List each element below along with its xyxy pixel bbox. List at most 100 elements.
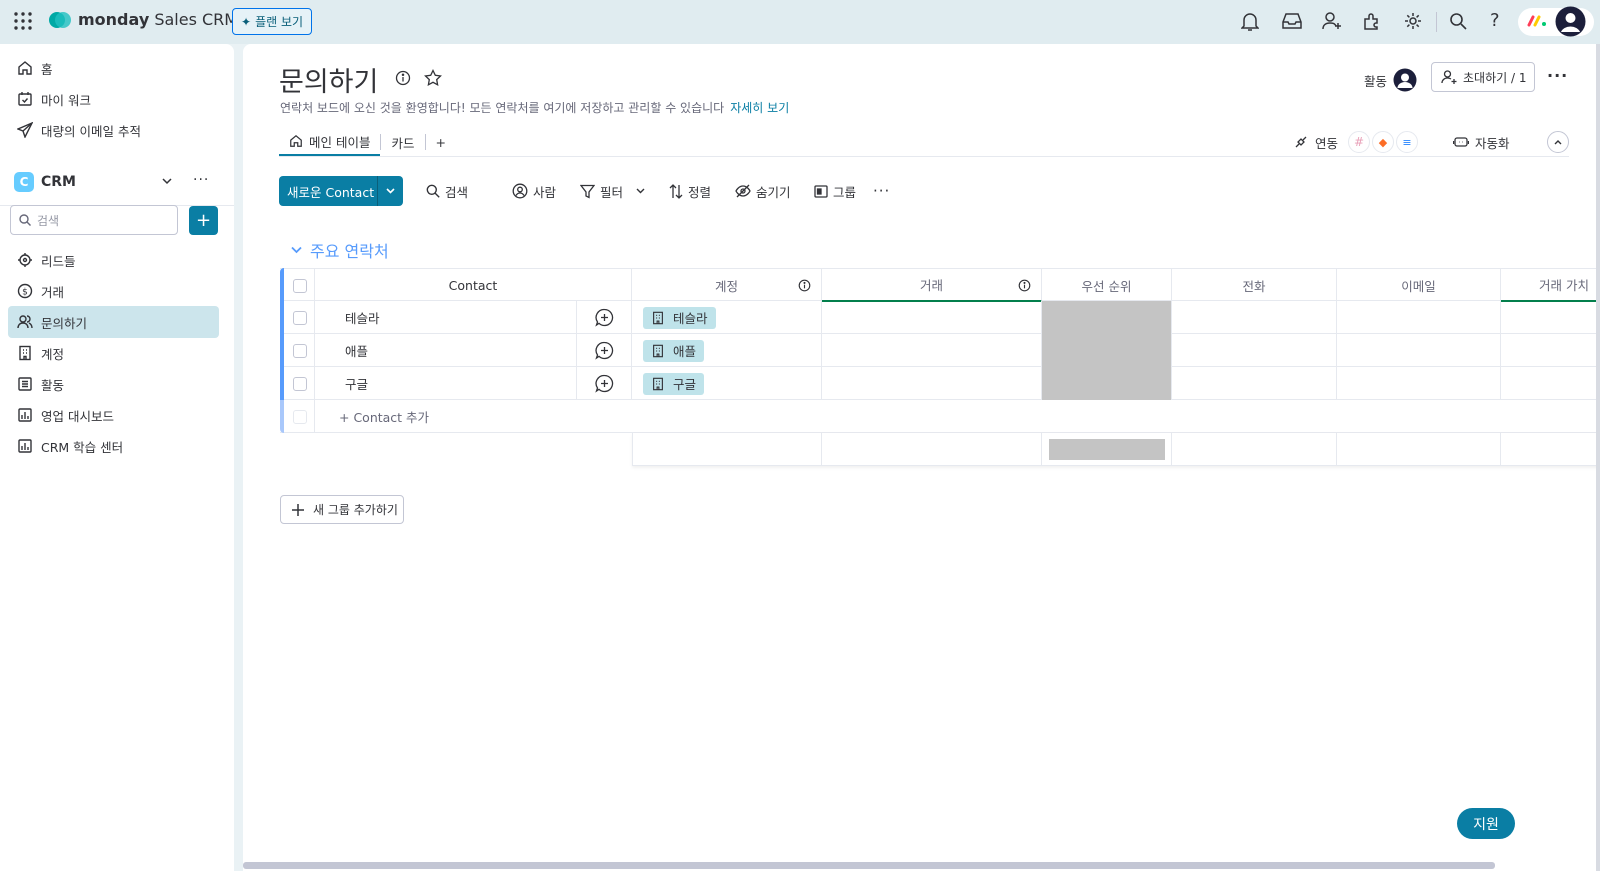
toolbar-more-icon[interactable]: ··· <box>873 179 890 203</box>
add-update-button[interactable] <box>577 301 632 334</box>
new-contact-button[interactable]: 새로운 Contact <box>279 176 403 206</box>
app-grid-icon[interactable] <box>14 12 32 30</box>
column-header-account[interactable]: 계정 <box>632 269 822 302</box>
tab-cards[interactable]: 카드 <box>381 128 424 156</box>
new-item-dropdown[interactable] <box>377 176 403 206</box>
horizontal-scrollbar[interactable] <box>243 862 1495 869</box>
user-avatar-icon[interactable] <box>1555 6 1586 37</box>
table-row[interactable]: 구글 구글 <box>280 367 1600 400</box>
row-checkbox[interactable] <box>284 334 315 367</box>
column-header-phone[interactable]: 전화 <box>1172 269 1337 302</box>
sidebar-item-accounts[interactable]: 계정 <box>8 337 219 369</box>
contact-name-cell[interactable]: 애플 <box>315 334 577 367</box>
learn-more-link[interactable]: 자세히 보기 <box>730 101 789 115</box>
column-header-deal-value[interactable]: 거래 가치 <box>1501 269 1600 302</box>
support-button[interactable]: 지원 <box>1457 808 1515 839</box>
contact-name-cell[interactable]: 테슬라 <box>315 301 577 334</box>
apps-icon[interactable] <box>1363 12 1381 30</box>
info-icon[interactable] <box>798 279 811 292</box>
column-header-email[interactable]: 이메일 <box>1337 269 1501 302</box>
search-button[interactable]: 검색 <box>426 179 468 203</box>
collapse-header-button[interactable] <box>1547 131 1569 153</box>
add-board-button[interactable]: + <box>189 206 218 235</box>
add-view-button[interactable]: + <box>426 128 456 156</box>
group-header[interactable]: 주요 연락처 <box>291 238 389 262</box>
app-logo[interactable]: monday Sales CRM <box>48 10 238 29</box>
email-cell[interactable] <box>1337 334 1501 367</box>
deal-value-cell[interactable] <box>1501 301 1600 334</box>
account-cell[interactable]: 애플 <box>632 334 822 367</box>
sidebar-item-my-work[interactable]: 마이 워크 <box>8 83 219 115</box>
phone-cell[interactable] <box>1172 301 1337 334</box>
contact-name-cell[interactable]: 구글 <box>315 367 577 400</box>
inbox-icon[interactable] <box>1282 12 1302 30</box>
phone-cell[interactable] <box>1172 367 1337 400</box>
vertical-scrollbar[interactable] <box>1596 44 1600 871</box>
group-title[interactable]: 주요 연락처 <box>310 238 389 262</box>
add-update-button[interactable] <box>577 367 632 400</box>
column-header-deals[interactable]: 거래 <box>822 269 1042 302</box>
workspace-selector[interactable]: C CRM <box>14 172 76 192</box>
bell-icon[interactable] <box>1241 12 1259 32</box>
deal-value-cell[interactable] <box>1501 334 1600 367</box>
add-update-button[interactable] <box>577 334 632 367</box>
table-row[interactable]: 테슬라 테슬라 <box>280 301 1600 334</box>
chevron-down-icon[interactable] <box>636 188 645 194</box>
workspace-more-icon[interactable]: ··· <box>193 172 209 188</box>
star-icon[interactable] <box>424 69 442 87</box>
see-plans-button[interactable]: ✦ 플랜 보기 <box>232 8 313 35</box>
priority-cell[interactable] <box>1042 301 1172 334</box>
priority-summary[interactable] <box>1042 433 1172 466</box>
sidebar-item-deals[interactable]: $ 거래 <box>8 275 219 307</box>
deals-cell[interactable] <box>822 334 1042 367</box>
phone-cell[interactable] <box>1172 334 1337 367</box>
group-by-button[interactable]: 그룹 <box>814 179 856 203</box>
chevron-down-icon[interactable] <box>291 246 302 254</box>
sidebar-item-home[interactable]: 홈 <box>8 52 219 84</box>
account-chip[interactable]: 구글 <box>643 372 705 395</box>
email-cell[interactable] <box>1337 301 1501 334</box>
board-more-icon[interactable]: ··· <box>1547 66 1568 85</box>
tab-main-table[interactable]: 메인 테이블 <box>279 128 381 156</box>
sidebar-item-sales-dashboard[interactable]: 영업 대시보드 <box>8 399 219 431</box>
automations-button[interactable]: 자동화 <box>1453 130 1510 154</box>
sidebar-search-input[interactable]: 검색 <box>10 205 178 235</box>
sidebar-item-email-tracking[interactable]: 대량의 이메일 추적 <box>8 114 219 146</box>
chevron-down-icon[interactable] <box>162 177 172 185</box>
help-question-icon[interactable]: ? <box>1490 10 1500 31</box>
filter-button[interactable]: 필터 <box>580 179 645 203</box>
row-checkbox[interactable] <box>284 301 315 334</box>
add-new-group-button[interactable]: 새 그룹 추가하기 <box>280 495 404 524</box>
sort-button[interactable]: 정렬 <box>669 179 711 203</box>
activity-button[interactable]: 활동 <box>1364 68 1417 92</box>
settings-gear-icon[interactable] <box>1404 12 1422 30</box>
account-cell[interactable]: 테슬라 <box>632 301 822 334</box>
column-header-priority[interactable]: 우선 순위 <box>1042 269 1172 302</box>
table-row[interactable]: 애플 애플 <box>280 334 1600 367</box>
info-icon[interactable] <box>395 70 411 86</box>
hide-columns-button[interactable]: 숨기기 <box>735 179 791 203</box>
priority-cell[interactable] <box>1042 367 1172 400</box>
search-icon[interactable] <box>1449 12 1467 30</box>
deals-cell[interactable] <box>822 301 1042 334</box>
add-contact-input[interactable]: + Contact 추가 <box>315 400 715 433</box>
person-filter-button[interactable]: 사람 <box>512 179 556 203</box>
invite-button[interactable]: 초대하기 / 1 <box>1431 62 1535 92</box>
select-all-checkbox[interactable] <box>284 269 315 302</box>
email-cell[interactable] <box>1337 367 1501 400</box>
row-checkbox[interactable] <box>284 367 315 400</box>
sidebar-item-leads[interactable]: 리드들 <box>8 244 219 276</box>
deal-value-cell[interactable] <box>1501 367 1600 400</box>
priority-cell[interactable] <box>1042 334 1172 367</box>
sidebar-item-crm-learning-center[interactable]: CRM 학습 센터 <box>8 430 219 462</box>
info-icon[interactable] <box>1018 279 1031 292</box>
sidebar-item-activities[interactable]: 활동 <box>8 368 219 400</box>
account-cell[interactable]: 구글 <box>632 367 822 400</box>
account-chip[interactable]: 애플 <box>643 339 705 362</box>
deals-cell[interactable] <box>822 367 1042 400</box>
column-header-contact[interactable]: Contact <box>315 269 632 302</box>
monday-mark-icon[interactable] <box>1527 15 1547 27</box>
integrations-button[interactable]: 연동 # ◆ ≡ <box>1293 130 1419 154</box>
sidebar-item-contacts[interactable]: 문의하기 <box>8 306 219 338</box>
invite-member-icon[interactable] <box>1322 12 1342 30</box>
